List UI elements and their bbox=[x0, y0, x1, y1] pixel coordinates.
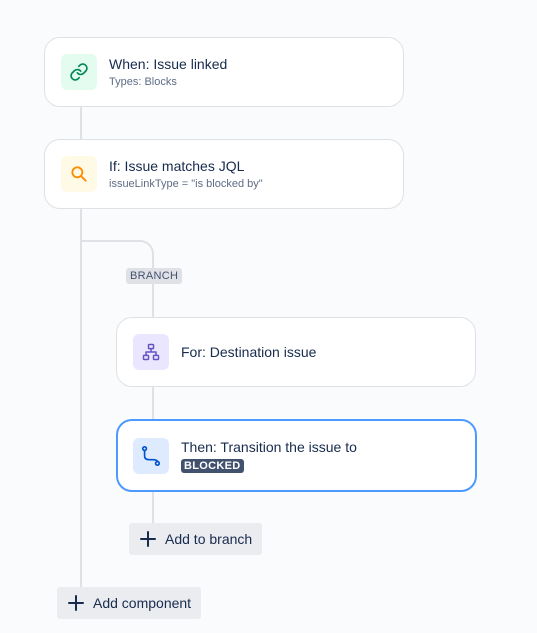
branch-label: BRANCH bbox=[126, 268, 183, 284]
trigger-subtitle: Types: Blocks bbox=[109, 75, 177, 88]
branch-rule-icon-box bbox=[133, 334, 169, 370]
rule-canvas: When: Issue linked Types: Blocks If: Iss… bbox=[0, 0, 537, 633]
add-to-branch-button[interactable]: Add to branch bbox=[129, 523, 263, 555]
action-card[interactable]: Then: Transition the issue to BLOCKED bbox=[116, 419, 477, 492]
connector-branch-curve bbox=[80, 240, 154, 270]
trigger-title: When: Issue linked bbox=[109, 55, 228, 72]
hierarchy-icon bbox=[142, 343, 160, 361]
condition-card[interactable]: If: Issue matches JQL issueLinkType = "i… bbox=[44, 139, 404, 209]
condition-title: If: Issue matches JQL bbox=[109, 157, 245, 174]
branch-rule-title: For: Destination issue bbox=[181, 344, 317, 360]
add-to-branch-label: Add to branch bbox=[165, 531, 253, 547]
search-icon bbox=[71, 166, 87, 182]
trigger-card[interactable]: When: Issue linked Types: Blocks bbox=[44, 37, 404, 107]
condition-icon-box bbox=[61, 156, 97, 192]
link-icon bbox=[70, 63, 88, 81]
condition-subtitle: issueLinkType = "is blocked by" bbox=[109, 177, 263, 190]
action-icon-box bbox=[133, 437, 169, 474]
transition-icon bbox=[141, 445, 161, 466]
branch-rule-card[interactable]: For: Destination issue bbox=[116, 317, 476, 387]
action-title: Then: Transition the issue to bbox=[181, 439, 357, 455]
status-lozenge: BLOCKED bbox=[181, 459, 244, 473]
trigger-icon-box bbox=[61, 54, 97, 90]
plus-icon bbox=[139, 530, 157, 548]
add-component-label: Add component bbox=[93, 595, 192, 611]
add-component-button[interactable]: Add component bbox=[57, 587, 202, 619]
plus-icon bbox=[67, 594, 85, 612]
